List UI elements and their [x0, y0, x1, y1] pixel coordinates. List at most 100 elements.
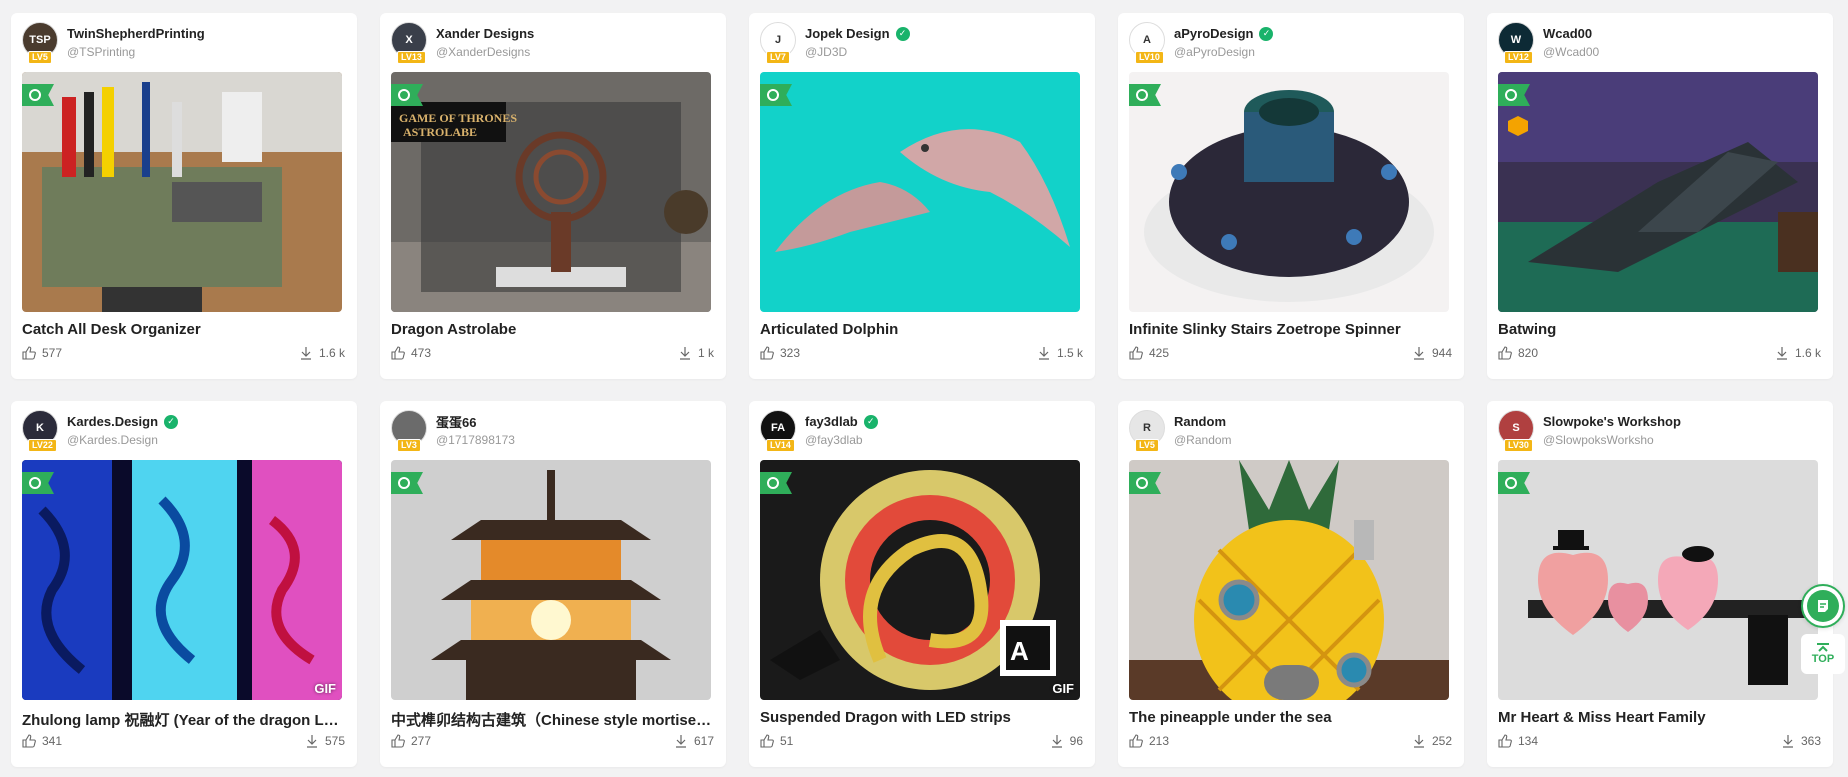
author-handle: @TSPrinting [67, 45, 136, 59]
back-to-top-button[interactable]: TOP [1801, 634, 1845, 674]
model-thumbnail[interactable] [22, 72, 342, 312]
avatar[interactable]: LV3 [391, 410, 427, 452]
level-badge: LV22 [28, 439, 57, 452]
model-title[interactable]: Suspended Dragon with LED strips [760, 709, 1083, 729]
model-thumbnail[interactable] [760, 72, 1080, 312]
model-thumbnail[interactable] [1129, 460, 1449, 700]
model-thumbnail[interactable] [391, 460, 711, 700]
model-thumbnail[interactable] [1498, 460, 1818, 700]
like-stat[interactable]: 134 [1498, 734, 1538, 748]
download-icon [300, 347, 311, 360]
author-name[interactable]: Kardes.Design [67, 414, 158, 429]
model-title[interactable]: Articulated Dolphin [760, 321, 1083, 341]
author-name[interactable]: 蛋蛋66 [436, 412, 476, 431]
card-author: A LV10 aPyroDesign ✓ @aPyroDesign [1129, 22, 1452, 72]
arrow-up-icon [1817, 643, 1829, 652]
level-badge: LV3 [397, 439, 421, 452]
download-count: 617 [693, 734, 714, 748]
author-name[interactable]: Slowpoke's Workshop [1543, 414, 1681, 429]
model-card[interactable]: TSP LV5 TwinShepherdPrinting @TSPrinting… [11, 13, 357, 379]
download-stat: 617 [674, 734, 714, 748]
download-stat: 252 [1412, 734, 1452, 748]
model-thumbnail[interactable]: A GIF [760, 460, 1080, 700]
model-title[interactable]: Zhulong lamp 祝融灯 (Year of the dragon LE.… [22, 709, 345, 729]
download-count: 1 k [697, 346, 714, 360]
model-thumbnail[interactable]: GAME OF THRONES ASTROLABE [391, 72, 711, 312]
like-count: 323 [780, 346, 801, 360]
model-stats: 577 1.6 k [22, 346, 345, 360]
avatar[interactable]: TSP LV5 [22, 22, 58, 64]
download-icon [306, 735, 317, 748]
model-card[interactable]: FA LV14 fay3dlab ✓ @fay3dlab A GIF Suspe… [749, 401, 1095, 767]
like-stat[interactable]: 577 [22, 346, 62, 360]
avatar[interactable]: W LV12 [1498, 22, 1534, 64]
level-badge: LV13 [397, 51, 426, 64]
download-stat: 944 [1412, 346, 1452, 360]
model-thumbnail[interactable]: GIF [22, 460, 342, 700]
model-card[interactable]: X LV13 Xander Designs @XanderDesigns GAM… [380, 13, 726, 379]
download-stat: 1.6 k [299, 346, 345, 360]
model-card[interactable]: K LV22 Kardes.Design ✓ @Kardes.Design GI… [11, 401, 357, 767]
model-title[interactable]: Batwing [1498, 321, 1821, 341]
gif-label: GIF [1052, 681, 1074, 696]
author-name[interactable]: Random [1174, 414, 1226, 429]
author-name[interactable]: fay3dlab [805, 414, 858, 429]
card-author: S LV30 Slowpoke's Workshop @SlowpoksWork… [1498, 410, 1821, 460]
avatar[interactable]: X LV13 [391, 22, 427, 64]
feedback-button[interactable] [1801, 584, 1845, 628]
model-card[interactable]: LV3 蛋蛋66 @1717898173 中式榫卯结构古建筑（Chinese s… [380, 401, 726, 767]
avatar[interactable]: FA LV14 [760, 410, 796, 452]
like-stat[interactable]: 213 [1129, 734, 1169, 748]
author-name[interactable]: Xander Designs [436, 26, 534, 41]
download-stat: 1 k [678, 346, 714, 360]
author-name[interactable]: Wcad00 [1543, 26, 1592, 41]
model-card[interactable]: J LV7 Jopek Design ✓ @JD3D Articulated D… [749, 13, 1095, 379]
like-stat[interactable]: 820 [1498, 346, 1538, 360]
like-stat[interactable]: 473 [391, 346, 431, 360]
author-name[interactable]: aPyroDesign [1174, 26, 1253, 41]
model-card[interactable]: S LV30 Slowpoke's Workshop @SlowpoksWork… [1487, 401, 1833, 767]
thumbnail-image [1498, 72, 1818, 312]
author-name[interactable]: TwinShepherdPrinting [67, 26, 205, 41]
model-card[interactable]: A LV10 aPyroDesign ✓ @aPyroDesign Infini… [1118, 13, 1464, 379]
avatar[interactable]: R LV5 [1129, 410, 1165, 452]
like-count: 134 [1518, 734, 1539, 748]
avatar[interactable]: K LV22 [22, 410, 58, 452]
card-author: TSP LV5 TwinShepherdPrinting @TSPrinting [22, 22, 345, 72]
model-card[interactable]: W LV12 Wcad00 @Wcad00 Batwing 820 1.6 k [1487, 13, 1833, 379]
like-stat[interactable]: 341 [22, 734, 62, 748]
avatar[interactable]: A LV10 [1129, 22, 1165, 64]
thumbs-up-icon [1129, 346, 1143, 360]
card-author: J LV7 Jopek Design ✓ @JD3D [760, 22, 1083, 72]
author-handle: @Kardes.Design [67, 433, 158, 447]
download-icon [1413, 347, 1424, 360]
model-title[interactable]: Catch All Desk Organizer [22, 321, 345, 341]
author-handle: @1717898173 [436, 433, 515, 447]
like-stat[interactable]: 323 [760, 346, 800, 360]
floating-actions: TOP [1801, 584, 1845, 674]
model-title[interactable]: 中式榫卯结构古建筑（Chinese style mortise a... [391, 709, 714, 729]
model-thumbnail[interactable] [1129, 72, 1449, 312]
like-stat[interactable]: 277 [391, 734, 431, 748]
svg-text:A: A [1010, 636, 1029, 666]
like-stat[interactable]: 51 [760, 734, 793, 748]
avatar[interactable]: J LV7 [760, 22, 796, 64]
like-count: 341 [42, 734, 63, 748]
thumbnail-image [1129, 460, 1449, 700]
author-handle: @fay3dlab [805, 433, 863, 447]
model-title[interactable]: Mr Heart & Miss Heart Family [1498, 709, 1821, 729]
avatar[interactable]: S LV30 [1498, 410, 1534, 452]
thumbnail-image [1129, 72, 1449, 312]
model-title[interactable]: The pineapple under the sea [1129, 709, 1452, 729]
download-icon [1051, 735, 1062, 748]
like-stat[interactable]: 425 [1129, 346, 1169, 360]
like-count: 820 [1518, 346, 1539, 360]
author-name[interactable]: Jopek Design [805, 26, 890, 41]
model-title[interactable]: Infinite Slinky Stairs Zoetrope Spinner [1129, 321, 1452, 341]
model-thumbnail[interactable] [1498, 72, 1818, 312]
level-badge: LV30 [1504, 439, 1533, 452]
model-card[interactable]: R LV5 Random @Random The pineapple under… [1118, 401, 1464, 767]
model-title[interactable]: Dragon Astrolabe [391, 321, 714, 341]
like-count: 277 [411, 734, 432, 748]
author-handle: @Random [1174, 433, 1232, 447]
